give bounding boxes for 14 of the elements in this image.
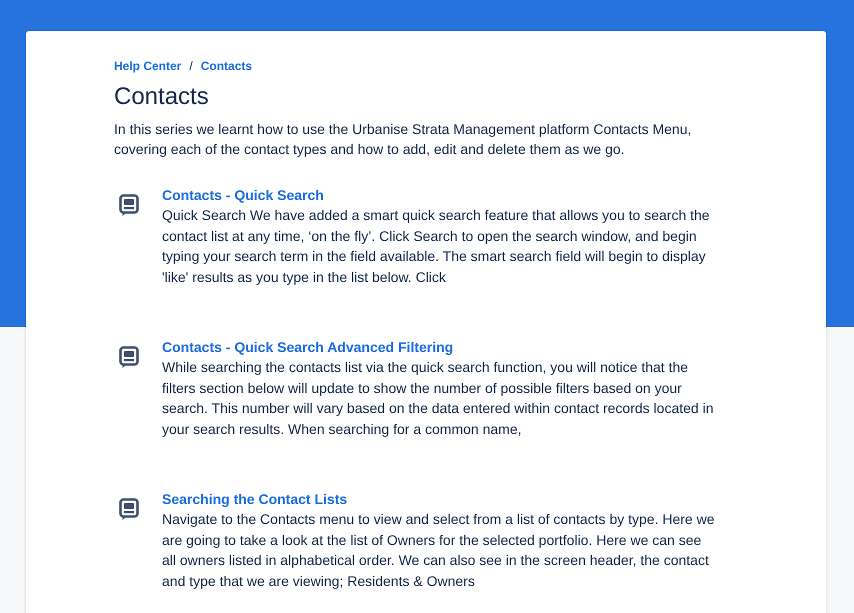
breadcrumb-link[interactable]: Help Center	[114, 58, 182, 74]
document-icon	[119, 194, 139, 216]
breadcrumb-link[interactable]: Contacts	[200, 58, 252, 74]
document-icon	[119, 346, 139, 368]
breadcrumb-separator: /	[189, 58, 193, 74]
article-title-link[interactable]: Contacts - Quick Search	[162, 185, 324, 205]
document-icon	[119, 498, 139, 520]
article-title-link[interactable]: Contacts - Quick Search Advanced Filtering	[162, 337, 454, 357]
article-excerpt: Navigate to the Contacts menu to view and select from a list of contacts by type. Here we are going to take a look at the list of Owners for the selected portfolio. Here we can see all owners listed in alphabetical order. We can also see in the screen header, the contact and type that we are viewing; Residents & Owners	[162, 510, 716, 591]
page-title: Contacts	[114, 82, 210, 112]
article-excerpt: Quick Search We have added a smart quick search feature that allows you to search the contact list at any time, ‘on the fly’. Click Search to open the search window, and begin typing your search term in the field available. The smart search field will begin to display 'like' results as you type in the list below. Click	[162, 206, 711, 287]
article-title-link[interactable]: Searching the Contact Lists	[162, 489, 348, 509]
article-excerpt: While searching the contacts list via the quick search function, you will notice that the filters section below will update to show the number of possible filters based on your search. This number will vary based on the data entered within contact records located in your search results. When searching for a common name,	[162, 358, 714, 439]
page-description: In this series we learnt how to use the Urbanise Strata Management platform Contacts Menu, covering each of the contact types and how to add, edit and delete them as we go.	[114, 120, 692, 159]
